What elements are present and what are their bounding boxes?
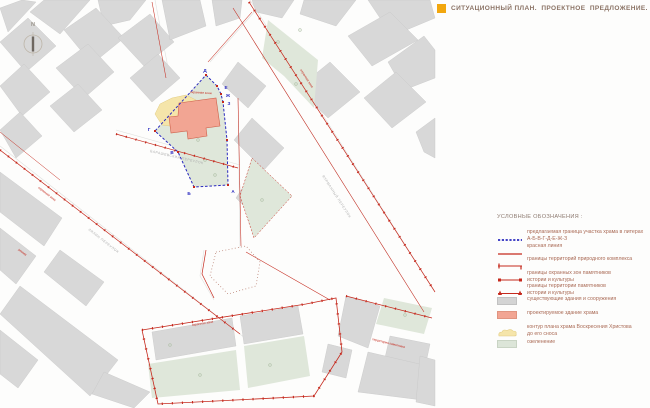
site-letter: Е [224,85,227,90]
north-label: N [31,22,35,28]
situational-plan-page: Д Е Ж З А Б В Г БАРАШЕВСКИЙ ПЕРЕУЛОК ЛЯЛ… [0,0,650,408]
legend-header: УСЛОВНЫЕ ОБОЗНАЧЕНИЯ : [497,214,583,220]
pink-swatch-icon [497,310,527,319]
legend-label: проектируемое здание храма [527,310,598,317]
legend-label: границы охранных зон памятников [527,270,611,277]
legend-label: существующие здания и сооружения [527,296,616,303]
legend-label: границы территории памятников [527,283,606,290]
legend-label: до его сноса [527,331,632,338]
legend-label: А-Б-В-Г-Д-Е-Ж-З [527,236,643,243]
legend-item-existing-buildings: существующие здания и сооружения [497,296,649,305]
legend-label: границы территорий природного комплекса [527,256,632,263]
legend-label: предлагаемая граница участка храма в лит… [527,229,643,236]
legend: УСЛОВНЫЕ ОБОЗНАЧЕНИЯ : предлагаемая гран… [497,0,649,408]
plaza-dotted-outline [210,246,260,294]
site-letter: Ж [225,93,231,98]
legend-label: красная линия [527,243,562,250]
street-label: ЛЯЛИН ПЕРЕУЛОК [87,228,119,254]
legend-item-projected-church: проектируемое здание храма [497,310,649,319]
site-letter: Д [203,68,207,73]
site-letter: З [228,101,231,106]
green-swatch-icon [497,339,527,348]
existing-buildings-layer [0,0,435,408]
title-marker-square [437,4,446,13]
street-label: ФУРМАННЫЙ ПЕРЕУЛОК [321,174,352,218]
legend-label: озеленение [527,339,555,346]
legend-label: контур плана храма Воскресения Христова [527,324,632,331]
legend-item-greenery: озеленение [497,339,649,348]
site-letter: Б [187,191,191,196]
site-letter: А [231,189,235,194]
site-letter: Г [148,127,151,132]
gray-swatch-icon [497,296,527,305]
